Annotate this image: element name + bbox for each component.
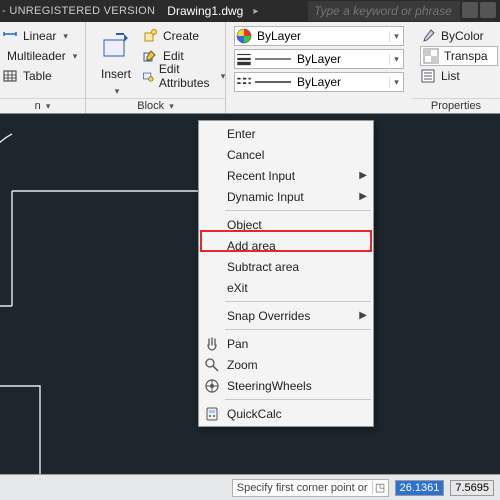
command-prompt-text: Specify first corner point or bbox=[233, 482, 372, 494]
ctx-exit[interactable]: eXit bbox=[199, 277, 373, 298]
panel-annotation: Linear▾ Multileader▾ Table n ▾ bbox=[0, 22, 86, 113]
lineweight-icon bbox=[235, 50, 253, 68]
linetype-icon bbox=[235, 73, 253, 91]
create-button[interactable]: Create bbox=[142, 26, 225, 46]
multileader-button[interactable]: Multileader▾ bbox=[2, 46, 77, 66]
quickcalc-icon bbox=[204, 406, 220, 422]
ctx-separator bbox=[225, 329, 371, 330]
linetype-combo[interactable]: ByLayer ▾ bbox=[234, 72, 404, 92]
pan-icon bbox=[204, 336, 220, 352]
edit-attributes-icon bbox=[142, 68, 154, 84]
ctx-steeringwheels[interactable]: SteeringWheels bbox=[199, 375, 373, 396]
insert-button[interactable]: Insert ▾ bbox=[94, 28, 138, 99]
insert-block-icon bbox=[100, 30, 132, 62]
titlebar-right-icons bbox=[462, 2, 496, 18]
help-search-input[interactable] bbox=[314, 4, 454, 18]
titlebar: - UNREGISTERED VERSION Drawing1.dwg ▸ bbox=[0, 0, 500, 22]
doc-dropdown-icon[interactable]: ▸ bbox=[253, 6, 258, 17]
table-icon bbox=[2, 68, 18, 84]
infocenter-icon[interactable] bbox=[462, 2, 478, 18]
coord-y[interactable]: 7.5695 bbox=[450, 480, 494, 496]
command-prompt[interactable]: Specify first corner point or ◳ bbox=[232, 479, 389, 497]
properties-panel-title[interactable]: Properties bbox=[412, 98, 500, 112]
lineweight-combo[interactable]: ByLayer ▾ bbox=[234, 49, 404, 69]
bycolor-button[interactable]: ByColor bbox=[420, 26, 498, 46]
edit-block-icon bbox=[142, 48, 158, 64]
ctx-quickcalc[interactable]: QuickCalc bbox=[199, 403, 373, 424]
zoom-icon bbox=[204, 357, 220, 373]
ctx-cancel[interactable]: Cancel bbox=[199, 144, 373, 165]
steeringwheels-icon bbox=[204, 378, 220, 394]
ctx-subtract-area[interactable]: Subtract area bbox=[199, 256, 373, 277]
help-search-box[interactable] bbox=[308, 1, 460, 21]
list-icon bbox=[420, 68, 436, 84]
ribbon: Linear▾ Multileader▾ Table n ▾ Insert ▾ … bbox=[0, 22, 500, 114]
ctx-enter[interactable]: Enter bbox=[199, 123, 373, 144]
color-combo[interactable]: ByLayer ▾ bbox=[234, 26, 404, 46]
titlebar-icon[interactable] bbox=[480, 2, 496, 18]
edit-attributes-button[interactable]: Edit Attributes▾ bbox=[142, 66, 225, 86]
ctx-pan[interactable]: Pan bbox=[199, 333, 373, 354]
ctx-recent-input[interactable]: Recent Input▶ bbox=[199, 165, 373, 186]
block-panel-title[interactable]: Block ▾ bbox=[86, 98, 225, 112]
panel-properties: ByColor Transpa List Properties bbox=[412, 22, 500, 113]
annotation-panel-title[interactable]: n ▾ bbox=[0, 98, 85, 112]
context-menu: Enter Cancel Recent Input▶ Dynamic Input… bbox=[198, 120, 374, 427]
document-title: Drawing1.dwg bbox=[167, 4, 243, 18]
transparency-button[interactable]: Transpa bbox=[420, 46, 498, 66]
transparency-icon bbox=[423, 48, 439, 64]
ctx-dynamic-input[interactable]: Dynamic Input▶ bbox=[199, 186, 373, 207]
color-wheel-icon bbox=[235, 27, 253, 45]
panel-block: Insert ▾ Create Edit Edit Attributes▾ Bl… bbox=[86, 22, 226, 113]
create-block-icon bbox=[142, 28, 158, 44]
ctx-separator bbox=[225, 301, 371, 302]
ctx-separator bbox=[225, 399, 371, 400]
submenu-arrow-icon: ▶ bbox=[359, 310, 367, 321]
dropper-icon bbox=[420, 28, 436, 44]
dimension-linear-icon bbox=[2, 28, 18, 44]
prompt-options-icon[interactable]: ◳ bbox=[372, 481, 388, 494]
ctx-add-area[interactable]: Add area bbox=[199, 235, 373, 256]
ctx-object[interactable]: Object bbox=[199, 214, 373, 235]
ctx-snap-overrides[interactable]: Snap Overrides▶ bbox=[199, 305, 373, 326]
ctx-zoom[interactable]: Zoom bbox=[199, 354, 373, 375]
status-bar: Specify first corner point or ◳ 26.1361 … bbox=[0, 474, 500, 500]
list-button[interactable]: List bbox=[420, 66, 498, 86]
submenu-arrow-icon: ▶ bbox=[359, 191, 367, 202]
ctx-separator bbox=[225, 210, 371, 211]
linear-button[interactable]: Linear▾ bbox=[2, 26, 77, 46]
coord-x[interactable]: 26.1361 bbox=[395, 480, 445, 496]
table-button[interactable]: Table bbox=[2, 66, 77, 86]
submenu-arrow-icon: ▶ bbox=[359, 170, 367, 181]
unregistered-label: - UNREGISTERED VERSION bbox=[2, 5, 155, 17]
panel-layer-combos: ByLayer ▾ ByLayer ▾ ByLayer ▾ bbox=[226, 22, 412, 113]
